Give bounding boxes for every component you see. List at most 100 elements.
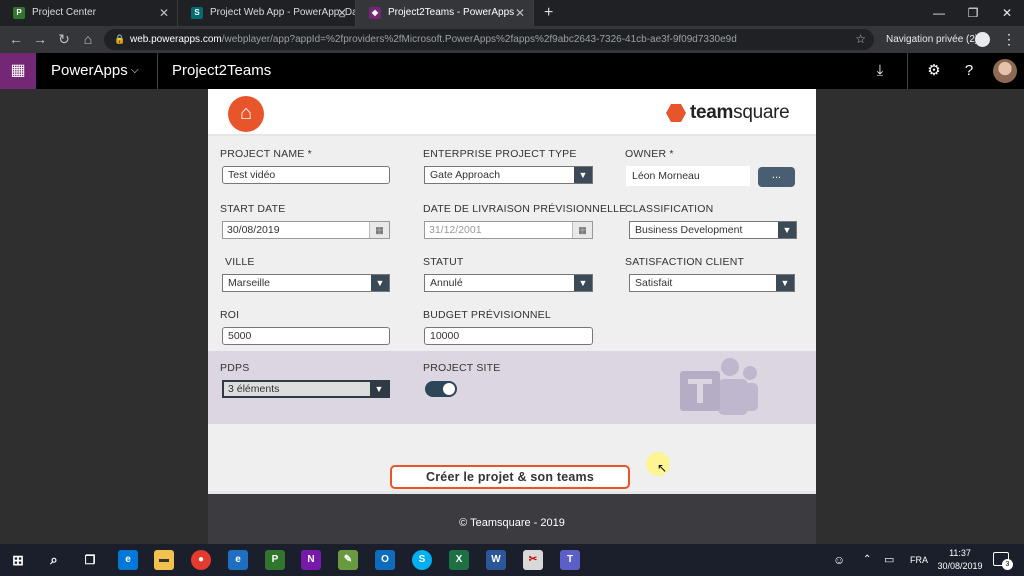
owner-picker-button[interactable]: ... [758,167,795,187]
search-icon[interactable]: ⌕ [44,550,64,570]
ept-dropdown[interactable]: Gate Approach ▼ [424,166,593,184]
create-project-button[interactable]: Créer le projet & son teams [390,465,630,489]
project-site-label: PROJECT SITE [423,362,501,374]
incognito-label[interactable]: Navigation privée (2) [886,26,978,53]
livraison-date-value: 31/12/2001 [429,224,482,236]
logo-hexagon-icon [666,104,686,122]
statut-dropdown[interactable]: Annulé ▼ [424,274,593,292]
pdps-label: PDPS [220,362,250,374]
minimize-icon[interactable]: — [922,0,956,26]
teamsquare-logo: teamsquare [666,101,790,125]
tab-project-web-app[interactable]: S Project Web App - PowerApp_Da ✕ [178,0,356,26]
internet-explorer-icon[interactable]: e [228,550,248,570]
roi-label: ROI [220,309,240,321]
word-icon[interactable]: W [486,550,506,570]
chevron-down-icon[interactable]: ▼ [370,382,388,396]
new-tab-icon[interactable]: + [534,0,563,26]
chevron-down-icon[interactable]: ▼ [776,275,794,291]
taskbar-clock[interactable]: 11:37 30/08/2019 [933,547,987,573]
browser-tabstrip: P Project Center ✕ S Project Web App - P… [0,0,1024,26]
url-path: /webplayer/app?appId=%2fproviders%2fMicr… [221,34,737,45]
satisfaction-value: Satisfait [635,277,673,289]
calendar-icon[interactable]: ▦ [369,222,389,238]
pdps-dropdown[interactable]: 3 éléments ▼ [222,380,390,398]
notification-center-icon[interactable]: 3 [993,552,1013,570]
classification-label: CLASSIFICATION [625,203,714,215]
notepad-icon[interactable]: ✎ [338,550,358,570]
teams-icon[interactable]: T [560,550,580,570]
owner-field[interactable]: Léon Morneau [626,166,750,186]
forward-icon[interactable]: → [31,30,49,48]
close-icon[interactable]: ✕ [159,0,169,26]
ept-label: ENTERPRISE PROJECT TYPE [423,148,577,160]
reload-icon[interactable]: ↻ [55,30,73,48]
powerapps-brand[interactable]: PowerApps [51,53,128,89]
edge-icon[interactable]: e [118,550,138,570]
settings-gear-icon[interactable]: ⚙ [922,53,946,89]
close-icon[interactable]: ✕ [337,0,347,26]
chevron-up-icon[interactable]: ⌃ [863,544,871,576]
header-divider [907,53,908,89]
roi-input[interactable]: 5000 [222,327,390,345]
app-name: Project2Teams [172,62,272,79]
start-date-picker[interactable]: 30/08/2019 ▦ [222,221,390,239]
ville-dropdown[interactable]: Marseille ▼ [222,274,390,292]
excel-icon[interactable]: X [449,550,469,570]
app-footer: © Teamsquare - 2019 [208,491,816,544]
task-view-icon[interactable]: ❐ [80,550,100,570]
chevron-down-icon[interactable]: ⌵ [131,53,139,89]
outlook-icon[interactable]: O [375,550,395,570]
chevron-down-icon[interactable]: ▼ [371,275,389,291]
project-name-label: PROJECT NAME * [220,148,312,160]
start-date-value: 30/08/2019 [227,224,280,236]
close-icon[interactable]: ✕ [515,0,525,26]
tab-project2teams[interactable]: ◆ Project2Teams - PowerApps ✕ [356,0,534,26]
app-launcher-icon[interactable]: ▦ [0,53,36,89]
header-divider [157,53,158,89]
address-bar: ← → ↻ ⌂ 🔒 web.powerapps.com/webplayer/ap… [0,26,1024,53]
clock-time: 11:37 [949,548,971,558]
avatar[interactable] [993,59,1017,83]
project-icon[interactable]: P [265,550,285,570]
skype-icon[interactable]: S [412,550,432,570]
project-site-toggle[interactable] [425,381,457,397]
tab-project-center[interactable]: P Project Center ✕ [0,0,178,26]
tab-title: Project2Teams - PowerApps [388,7,515,18]
window-controls: — ❐ ✕ [922,0,1024,26]
home-icon[interactable]: ⌂ [79,30,97,48]
content-area: ⌂ teamsquare PROJECT NAME * Test vidéo E… [0,89,1024,544]
chevron-down-icon[interactable]: ▼ [574,167,592,183]
restore-icon[interactable]: ❐ [956,0,990,26]
network-icon[interactable]: ▭ [884,544,894,576]
help-icon[interactable]: ? [957,53,981,89]
browser-menu-icon[interactable]: ⋮ [1002,26,1016,53]
windows-start-icon[interactable]: ⊞ [8,550,28,570]
chevron-down-icon[interactable]: ▼ [778,222,796,238]
budget-input[interactable]: 10000 [424,327,593,345]
incognito-icon[interactable] [975,32,990,47]
tab-title: Project Center [32,7,96,18]
project-name-input[interactable]: Test vidéo [222,166,390,184]
back-icon[interactable]: ← [7,30,25,48]
onenote-icon[interactable]: N [301,550,321,570]
notification-count: 3 [1002,559,1013,570]
people-icon[interactable]: ☺ [833,544,845,576]
powerapps-header: ▦ PowerApps ⌵ Project2Teams ⤓ ⚙ ? [0,53,1024,89]
logo-text: teamsquare [690,102,790,123]
livraison-date-picker[interactable]: 31/12/2001 ▦ [424,221,593,239]
chevron-down-icon[interactable]: ▼ [574,275,592,291]
calendar-icon[interactable]: ▦ [572,222,592,238]
home-button[interactable]: ⌂ [228,96,264,132]
close-window-icon[interactable]: ✕ [990,0,1024,26]
file-explorer-icon[interactable]: ▬ [154,550,174,570]
satisfaction-dropdown[interactable]: Satisfait ▼ [629,274,795,292]
classification-dropdown[interactable]: Business Development ▼ [629,221,797,239]
download-icon[interactable]: ⤓ [868,53,892,89]
budget-label: BUDGET PRÉVISIONNEL [423,309,551,321]
footer-copyright: © Teamsquare - 2019 [459,517,565,529]
bookmark-star-icon[interactable]: ☆ [855,29,866,50]
chrome-icon[interactable]: ● [191,550,211,570]
snipping-tool-icon[interactable]: ✂ [523,550,543,570]
language-indicator[interactable]: FRA [910,544,928,576]
url-field[interactable]: 🔒 web.powerapps.com/webplayer/app?appId=… [104,29,874,50]
